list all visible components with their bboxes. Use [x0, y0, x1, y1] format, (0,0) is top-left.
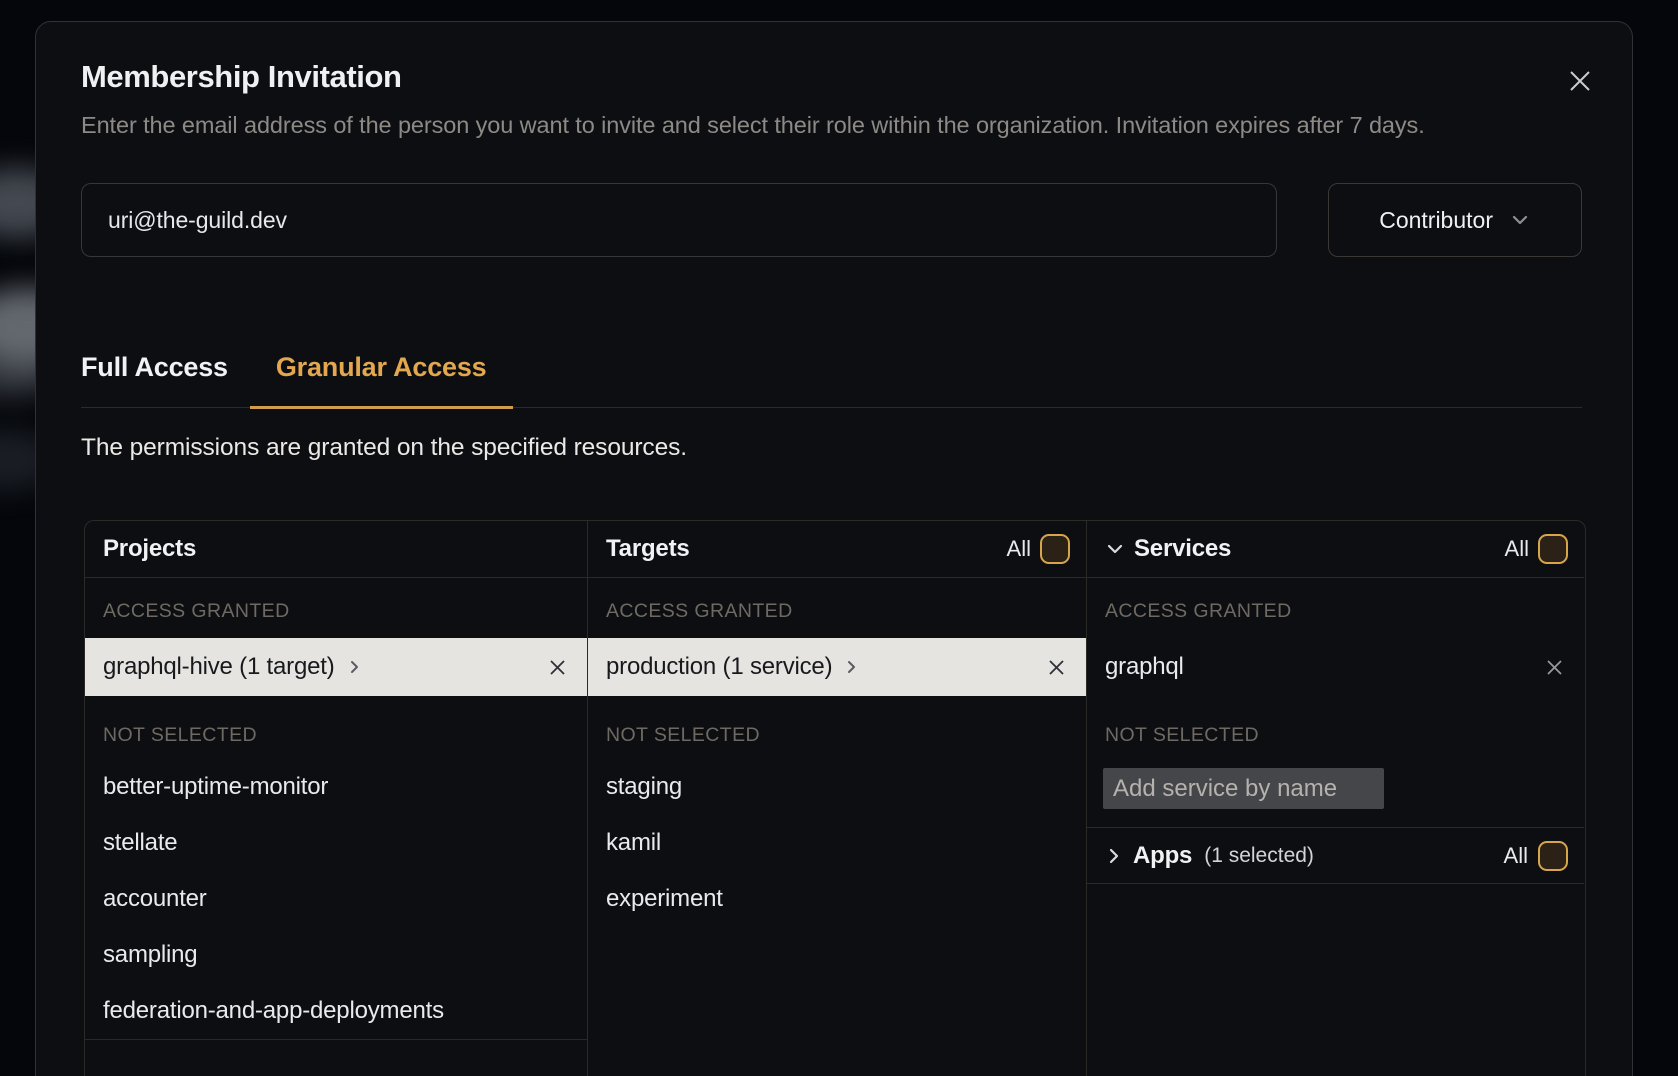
- remove-target-button[interactable]: [1047, 658, 1066, 677]
- services-all-checkbox[interactable]: [1538, 534, 1568, 564]
- close-icon: [1567, 68, 1593, 94]
- add-service-input[interactable]: [1103, 768, 1384, 809]
- projects-column: Projects ACCESS GRANTED graphql-hive (1 …: [85, 521, 587, 1076]
- modal-title: Membership Invitation: [81, 59, 1582, 95]
- chevron-down-icon: [1509, 209, 1531, 231]
- close-button[interactable]: [1565, 66, 1595, 96]
- services-title: Services: [1134, 535, 1231, 563]
- project-row[interactable]: stellate: [85, 815, 587, 871]
- not-selected-label: NOT SELECTED: [1105, 724, 1584, 747]
- chevron-down-icon: [1105, 539, 1125, 559]
- tab-granular-access[interactable]: Granular Access: [250, 352, 513, 409]
- invite-row: Contributor: [81, 183, 1582, 257]
- target-row[interactable]: experiment: [588, 871, 1086, 927]
- section-divider: [85, 1039, 587, 1040]
- projects-title: Projects: [103, 535, 196, 563]
- remove-service-button[interactable]: [1545, 658, 1564, 677]
- targets-not-selected-list: staging kamil experiment: [588, 759, 1086, 927]
- services-header[interactable]: Services All: [1087, 521, 1584, 578]
- project-selected-name: graphql-hive (1 target): [103, 653, 335, 681]
- projects-header: Projects: [85, 521, 587, 578]
- email-input[interactable]: [81, 183, 1277, 257]
- project-row[interactable]: federation-and-app-deployments: [85, 983, 587, 1039]
- project-row[interactable]: sampling: [85, 927, 587, 983]
- membership-invitation-modal: Membership Invitation Enter the email ad…: [35, 21, 1633, 1076]
- target-row[interactable]: kamil: [588, 815, 1086, 871]
- role-select-value: Contributor: [1379, 207, 1493, 234]
- target-selected-name: production (1 service): [606, 653, 832, 681]
- targets-all-checkbox[interactable]: [1040, 534, 1070, 564]
- chevron-right-icon: [347, 660, 361, 674]
- service-row-granted[interactable]: graphql: [1087, 638, 1584, 696]
- services-all-label: All: [1505, 536, 1529, 562]
- project-row[interactable]: better-uptime-monitor: [85, 759, 587, 815]
- chevron-right-icon: [844, 660, 858, 674]
- resource-permissions-table: Projects ACCESS GRANTED graphql-hive (1 …: [84, 520, 1586, 1076]
- targets-column: Targets All ACCESS GRANTED production (1…: [587, 521, 1086, 1076]
- target-row[interactable]: staging: [588, 759, 1086, 815]
- apps-all-label: All: [1504, 843, 1528, 869]
- project-row-selected[interactable]: graphql-hive (1 target): [85, 638, 587, 696]
- targets-title: Targets: [606, 535, 690, 563]
- apps-all-checkbox[interactable]: [1538, 841, 1568, 871]
- target-row-selected[interactable]: production (1 service): [588, 638, 1086, 696]
- access-granted-label: ACCESS GRANTED: [1105, 600, 1584, 623]
- access-granted-label: ACCESS GRANTED: [606, 600, 1086, 623]
- not-selected-label: NOT SELECTED: [103, 724, 587, 747]
- apps-title: Apps: [1133, 842, 1192, 870]
- targets-header: Targets All: [588, 521, 1086, 578]
- chevron-right-icon: [1105, 847, 1123, 865]
- service-granted-name: graphql: [1105, 653, 1184, 681]
- remove-project-button[interactable]: [548, 658, 567, 677]
- project-row[interactable]: accounter: [85, 871, 587, 927]
- not-selected-label: NOT SELECTED: [606, 724, 1086, 747]
- permissions-note: The permissions are granted on the speci…: [81, 434, 1582, 462]
- apps-selected-count: (1 selected): [1204, 844, 1314, 868]
- tab-full-access[interactable]: Full Access: [81, 352, 228, 407]
- role-select[interactable]: Contributor: [1328, 183, 1582, 257]
- targets-all-label: All: [1007, 536, 1031, 562]
- apps-section-toggle[interactable]: Apps (1 selected) All: [1087, 827, 1584, 884]
- modal-description: Enter the email address of the person yo…: [81, 108, 1551, 143]
- projects-not-selected-list: better-uptime-monitor stellate accounter…: [85, 759, 587, 1040]
- access-granted-label: ACCESS GRANTED: [103, 600, 587, 623]
- access-tabs: Full Access Granular Access: [81, 352, 1582, 408]
- services-column: Services All ACCESS GRANTED graphql NOT …: [1086, 521, 1584, 1076]
